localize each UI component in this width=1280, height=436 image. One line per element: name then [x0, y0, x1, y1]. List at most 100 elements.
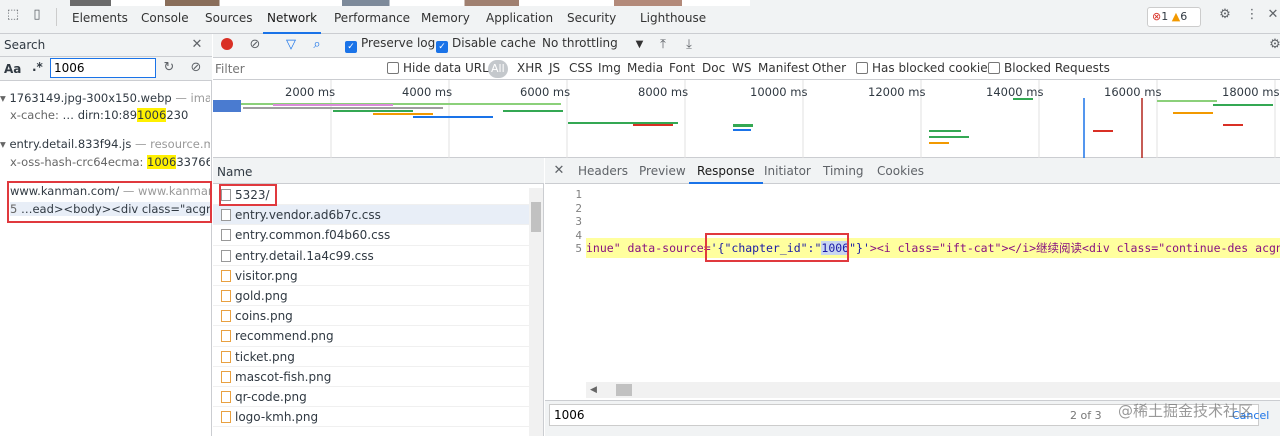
- tab-console[interactable]: Console: [141, 8, 189, 34]
- response-hscrollbar[interactable]: ◀: [586, 382, 1280, 398]
- request-row[interactable]: coins.png: [213, 306, 529, 327]
- request-row[interactable]: entry.detail.1a4c99.css: [213, 246, 529, 266]
- type-filter-doc[interactable]: Doc: [702, 61, 725, 75]
- tab-initiator[interactable]: Initiator: [764, 158, 811, 184]
- search-result-file[interactable]: www.kanman.com/ — www.kanman.c...: [10, 184, 210, 198]
- search-result-line[interactable]: 5 …ead><body><div class="acgn-cl...: [10, 202, 210, 216]
- tab-elements[interactable]: Elements: [72, 8, 128, 34]
- request-row[interactable]: qr-code.png: [213, 387, 529, 408]
- line-number: 1: [575, 188, 582, 201]
- tab-headers[interactable]: Headers: [578, 158, 628, 184]
- response-code-line[interactable]: inue" data-source='{"chapter_id":"1006"}…: [586, 238, 1280, 258]
- tab-preview[interactable]: Preview: [639, 158, 686, 184]
- tab-application[interactable]: Application: [486, 8, 553, 34]
- request-row-name: entry.detail.1a4c99.css: [235, 248, 374, 263]
- type-filter-all[interactable]: All: [488, 60, 508, 78]
- tab-network[interactable]: Network: [263, 8, 322, 34]
- search-title: Search: [4, 38, 46, 52]
- find-match-count: 2 of 3: [1070, 409, 1102, 422]
- preserve-log-checkbox[interactable]: ✓ Preserve log: [345, 36, 435, 53]
- divider: [56, 8, 57, 26]
- tab-lighthouse[interactable]: Lighthouse: [640, 8, 706, 34]
- more-menu-icon[interactable]: ⋮: [1243, 6, 1261, 24]
- request-row-name: entry.vendor.ad6b7c.css: [235, 208, 381, 223]
- timeline-tick-label: 16000 ms: [1104, 85, 1162, 99]
- warning-count: 6: [1180, 10, 1188, 23]
- line-number: 4: [575, 229, 582, 242]
- request-row-name: logo-kmh.png: [235, 410, 319, 425]
- clear-log-icon[interactable]: ⊘: [246, 36, 264, 54]
- request-row[interactable]: ticket.png: [213, 347, 529, 367]
- checkbox-icon: [988, 62, 1000, 74]
- search-result-line[interactable]: x-oss-hash-crc64ecma: 1006337669...: [10, 155, 210, 169]
- issue-badges[interactable]: ⊗1 ▲6: [1147, 7, 1201, 27]
- tab-memory[interactable]: Memory: [421, 8, 470, 34]
- timeline-overview[interactable]: 2000 ms 4000 ms 6000 ms 8000 ms 10000 ms…: [213, 80, 1280, 158]
- timeline-bars: [213, 98, 1273, 158]
- network-settings-icon[interactable]: ⚙: [1266, 36, 1280, 54]
- disable-cache-checkbox[interactable]: ✓ Disable cache: [436, 36, 536, 53]
- search-result-line[interactable]: x-cache: … dirn:10:891006230: [10, 108, 210, 122]
- tab-cookies[interactable]: Cookies: [877, 158, 924, 184]
- timeline-tick-label: 10000 ms: [750, 85, 808, 99]
- request-row[interactable]: entry.vendor.ad6b7c.css: [213, 205, 529, 226]
- timeline-tick-label: 6000 ms: [520, 85, 571, 99]
- scrollbar-thumb[interactable]: [531, 202, 541, 232]
- type-filter-font[interactable]: Font: [669, 61, 695, 75]
- type-filter-manifest[interactable]: Manifest: [758, 61, 809, 75]
- request-row[interactable]: mascot-fish.png: [213, 367, 529, 387]
- request-row[interactable]: logo-kmh.png: [213, 407, 529, 428]
- column-name-header[interactable]: Name: [217, 165, 252, 179]
- tab-performance[interactable]: Performance: [334, 8, 410, 34]
- hide-data-urls-checkbox[interactable]: Hide data URLs: [387, 61, 495, 75]
- chevron-down-icon: ▼: [635, 39, 644, 50]
- request-row[interactable]: recommend.png: [213, 326, 529, 347]
- line-number: 2: [575, 202, 582, 215]
- request-row[interactable]: entry.common.f04b60.css: [213, 225, 529, 246]
- refresh-icon[interactable]: ↻: [160, 59, 178, 77]
- image-file-icon: [221, 310, 231, 323]
- regex-button[interactable]: .*: [32, 60, 43, 74]
- timeline-tick-label: 8000 ms: [638, 85, 689, 99]
- close-details-icon[interactable]: ✕: [550, 162, 568, 180]
- tab-timing[interactable]: Timing: [823, 158, 864, 184]
- type-filter-xhr[interactable]: XHR: [517, 61, 543, 75]
- tab-sources[interactable]: Sources: [205, 8, 252, 34]
- type-filter-media[interactable]: Media: [627, 61, 663, 75]
- tab-security[interactable]: Security: [567, 8, 616, 34]
- scroll-left-icon[interactable]: ◀: [590, 385, 597, 395]
- throttling-select[interactable]: No throttling ▼: [542, 36, 643, 50]
- match-case-button[interactable]: Aa: [4, 62, 21, 76]
- inspect-element-icon[interactable]: ⬚: [4, 6, 22, 24]
- filter-icon[interactable]: ▽: [282, 36, 300, 54]
- device-toolbar-icon[interactable]: ▯: [28, 6, 46, 24]
- search-result-file[interactable]: ▾ entry.detail.833f94.js — resource.mhx.…: [0, 137, 210, 151]
- search-icon[interactable]: ⌕: [308, 36, 326, 54]
- type-filter-img[interactable]: Img: [598, 61, 621, 75]
- gear-icon[interactable]: ⚙: [1216, 6, 1234, 24]
- record-icon[interactable]: [221, 38, 233, 50]
- scrollbar-thumb[interactable]: [616, 384, 632, 396]
- import-har-icon[interactable]: ⤒: [654, 36, 672, 54]
- request-row[interactable]: visitor.png: [213, 266, 529, 286]
- tab-response[interactable]: Response: [689, 158, 763, 184]
- close-search-icon[interactable]: ✕: [188, 36, 206, 54]
- close-icon[interactable]: ✕: [1264, 6, 1280, 24]
- checkbox-icon: [856, 62, 868, 74]
- search-result-file[interactable]: ▾ 1763149.jpg-300x150.webp — image...: [0, 91, 210, 105]
- search-input[interactable]: [50, 58, 156, 78]
- request-row[interactable]: gold.png: [213, 286, 529, 307]
- filter-input[interactable]: [215, 60, 375, 78]
- export-har-icon[interactable]: ⤓: [680, 36, 698, 54]
- type-filter-js[interactable]: JS: [549, 61, 560, 75]
- clear-icon[interactable]: ⊘: [187, 59, 205, 77]
- type-filter-css[interactable]: CSS: [569, 61, 593, 75]
- request-list-scrollbar[interactable]: [529, 188, 543, 436]
- request-row-name: visitor.png: [235, 268, 298, 283]
- blocked-requests-checkbox[interactable]: Blocked Requests: [988, 61, 1110, 75]
- blocked-cookies-checkbox[interactable]: Has blocked cookies: [856, 61, 994, 75]
- type-filter-ws[interactable]: WS: [732, 61, 751, 75]
- type-filter-other[interactable]: Other: [812, 61, 846, 75]
- request-row-name: mascot-fish.png: [235, 369, 332, 384]
- request-row-name: entry.common.f04b60.css: [235, 228, 391, 243]
